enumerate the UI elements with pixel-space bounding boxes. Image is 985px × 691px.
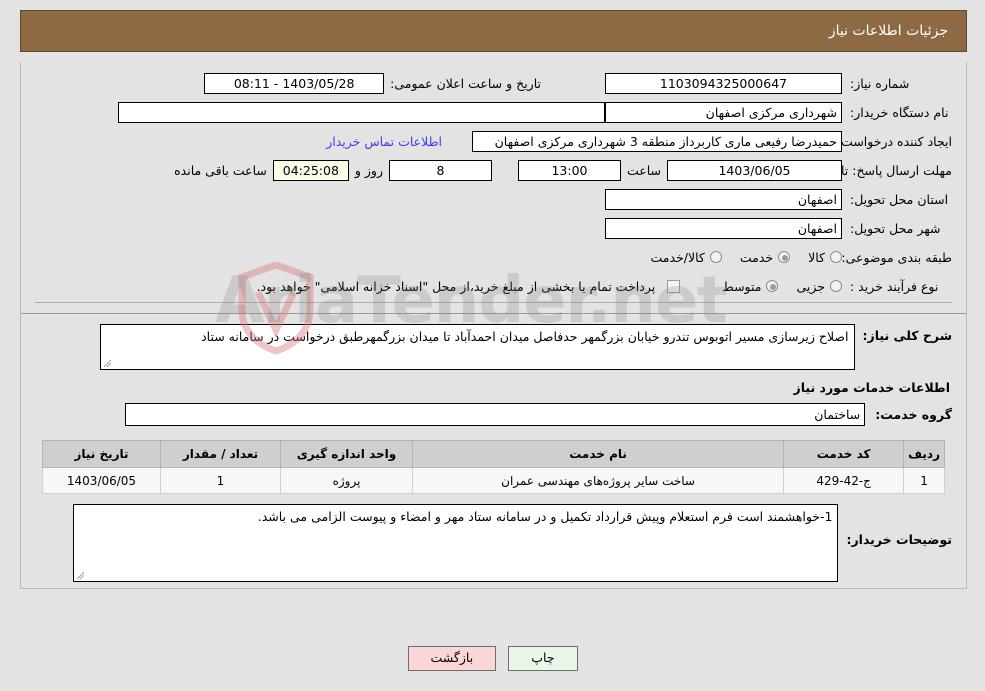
- buyer-org-label: نام دستگاه خریدار:: [850, 104, 949, 120]
- category-option-khedmat[interactable]: خدمت: [739, 249, 791, 265]
- buyer-notes-label: توضیحات خریدار:: [846, 532, 952, 547]
- buyer-notes-value: 1-خواهشمند است فرم استعلام وپیش قرارداد …: [257, 509, 833, 524]
- category-option-kala-khedmat[interactable]: کالا/خدمت: [650, 249, 722, 265]
- requester-value: حمیدرضا رفیعی ماری کاربرداز منطقه 3 شهرد…: [494, 133, 837, 149]
- service-group-value: ساختمان: [125, 403, 866, 426]
- deadline-hour-value: 13:00: [517, 159, 621, 181]
- back-button[interactable]: بازگشت: [407, 646, 497, 671]
- row-deadline: مهلت ارسال پاسخ: تا تاریخ: 1403/06/05 سا…: [35, 157, 952, 183]
- row-process-type: نوع فرآیند خرید : جزیی متوسط پرداخت تمام…: [35, 273, 952, 299]
- requester-value-box: حمیدرضا رفیعی ماری کاربرداز منطقه 3 شهرد…: [472, 130, 842, 152]
- row-description: شرح کلی نیاز: اصلاح زیرسازی مسیر اتوبوس …: [35, 324, 952, 370]
- th-name: نام خدمت: [411, 440, 785, 468]
- treasury-checkbox[interactable]: [667, 279, 681, 293]
- row-province: استان محل تحویل: اصفهان: [35, 186, 952, 212]
- th-row: ردیف: [903, 440, 945, 468]
- process-option-jozei[interactable]: جزیی: [796, 279, 842, 294]
- deadline-date-value: 1403/06/05: [667, 159, 842, 181]
- deadline-hour-label: ساعت: [626, 162, 661, 178]
- radio-khedmat-icon[interactable]: [778, 251, 791, 263]
- process-radio-group: جزیی متوسط: [704, 279, 842, 294]
- category-option-khedmat-label: خدمت: [739, 249, 774, 265]
- buyer-contact-link[interactable]: اطلاعات تماس خریدار: [318, 134, 450, 149]
- page-header-bar: جزئیات اطلاعات نیاز: [20, 10, 967, 52]
- table-header-row: ردیف کد خدمت نام خدمت واحد اندازه گیری ت…: [42, 440, 945, 468]
- cell-code: ج-42-429: [783, 467, 905, 494]
- cell-unit: پروژه: [280, 467, 413, 494]
- category-option-kala-label: کالا: [808, 249, 825, 265]
- description-textarea[interactable]: اصلاح زیرسازی مسیر اتوبوس تندرو خیابان ب…: [99, 324, 855, 370]
- page-root: AriaTender.net جزئیات اطلاعات نیاز شماره…: [0, 0, 985, 691]
- th-code: کد خدمت: [783, 440, 905, 468]
- category-label: طبقه بندی موضوعی:: [841, 249, 952, 265]
- announce-datetime-value: 1403/05/28 - 08:11: [204, 72, 385, 94]
- cell-name: ساخت سایر پروژه‌های مهندسی عمران: [411, 467, 785, 494]
- table-row: 1 ج-42-429 ساخت سایر پروژه‌های مهندسی عم…: [42, 467, 945, 494]
- page-title: جزئیات اطلاعات نیاز: [828, 23, 948, 39]
- countdown-value: 04:25:08: [272, 159, 349, 181]
- resize-grip-icon[interactable]: [103, 359, 112, 368]
- row-service-group: گروه خدمت: ساختمان: [35, 403, 952, 426]
- radio-kala-icon[interactable]: [830, 251, 842, 263]
- process-option-jozei-label: جزیی: [796, 278, 825, 294]
- row-city: شهر محل تحویل: اصفهان: [35, 215, 952, 241]
- deadline-label: مهلت ارسال پاسخ: تا تاریخ:: [807, 162, 952, 178]
- button-bar: چاپ بازگشت: [0, 646, 985, 671]
- cell-row: 1: [903, 467, 945, 494]
- cell-date: 1403/06/05: [42, 467, 161, 494]
- th-unit: واحد اندازه گیری: [280, 440, 413, 468]
- process-type-label: نوع فرآیند خرید :: [850, 278, 939, 294]
- th-quantity: تعداد / مقدار: [160, 440, 281, 468]
- row-buyer-notes: توضیحات خریدار: 1-خواهشمند است فرم استعل…: [21, 504, 966, 588]
- row-buyer-org: نام دستگاه خریدار: شهرداری مرکزی اصفهان: [35, 99, 952, 125]
- row-need-number: شماره نیاز: 1103094325000647 تاریخ و ساع…: [35, 70, 952, 96]
- announce-datetime-label: تاریخ و ساعت اعلان عمومی:: [390, 75, 541, 91]
- radio-motevaset-icon[interactable]: [766, 280, 779, 292]
- city-value: اصفهان: [605, 217, 842, 239]
- province-value: اصفهان: [605, 188, 842, 210]
- buyer-org-value-extended: [118, 101, 605, 123]
- need-number-label: شماره نیاز:: [850, 75, 910, 91]
- category-option-kala-khedmat-label: کالا/خدمت: [650, 249, 705, 265]
- row-requester: ایجاد کننده درخواست: حمیدرضا رفیعی ماری …: [35, 128, 952, 154]
- category-radio-group: کالا خدمت کالا/خدمت: [632, 250, 842, 265]
- radio-jozei-icon[interactable]: [830, 280, 842, 292]
- radio-kala-khedmat-icon[interactable]: [709, 251, 722, 263]
- countdown-label: ساعت باقی مانده: [174, 162, 267, 178]
- category-option-kala[interactable]: کالا: [808, 250, 842, 265]
- service-group-label: گروه خدمت:: [875, 407, 952, 422]
- buyer-notes-textarea[interactable]: 1-خواهشمند است فرم استعلام وپیش قرارداد …: [73, 504, 839, 582]
- services-section: شرح کلی نیاز: اصلاح زیرسازی مسیر اتوبوس …: [21, 314, 966, 440]
- requester-label: ایجاد کننده درخواست:: [836, 133, 952, 149]
- services-table: ردیف کد خدمت نام خدمت واحد اندازه گیری ت…: [42, 440, 945, 494]
- buyer-org-value: شهرداری مرکزی اصفهان: [605, 101, 842, 123]
- section-divider-1: [35, 302, 952, 303]
- city-label: شهر محل تحویل:: [850, 220, 941, 236]
- services-heading: اطلاعات خدمات مورد نیاز: [793, 380, 951, 395]
- description-label: شرح کلی نیاز:: [862, 328, 952, 343]
- print-button[interactable]: چاپ: [508, 646, 578, 671]
- days-remaining-value: 8: [388, 159, 492, 181]
- province-label: استان محل تحویل:: [850, 191, 949, 207]
- cell-quantity: 1: [160, 467, 281, 494]
- days-remaining-label: روز و: [354, 162, 383, 178]
- process-option-motevaset-label: متوسط: [722, 278, 762, 294]
- th-date: تاریخ نیاز: [42, 440, 161, 468]
- resize-grip-icon-notes[interactable]: [76, 571, 85, 580]
- top-form-section: شماره نیاز: 1103094325000647 تاریخ و ساع…: [21, 62, 966, 309]
- description-value: اصلاح زیرسازی مسیر اتوبوس تندرو خیابان ب…: [201, 329, 849, 344]
- process-option-motevaset[interactable]: متوسط: [722, 278, 779, 294]
- treasury-text: پرداخت تمام یا بخشی از مبلغ خرید،از محل …: [256, 278, 656, 294]
- row-category: طبقه بندی موضوعی: کالا خدمت کالا/خدمت: [35, 244, 952, 270]
- details-panel: شماره نیاز: 1103094325000647 تاریخ و ساع…: [20, 62, 967, 589]
- need-number-value: 1103094325000647: [605, 72, 842, 94]
